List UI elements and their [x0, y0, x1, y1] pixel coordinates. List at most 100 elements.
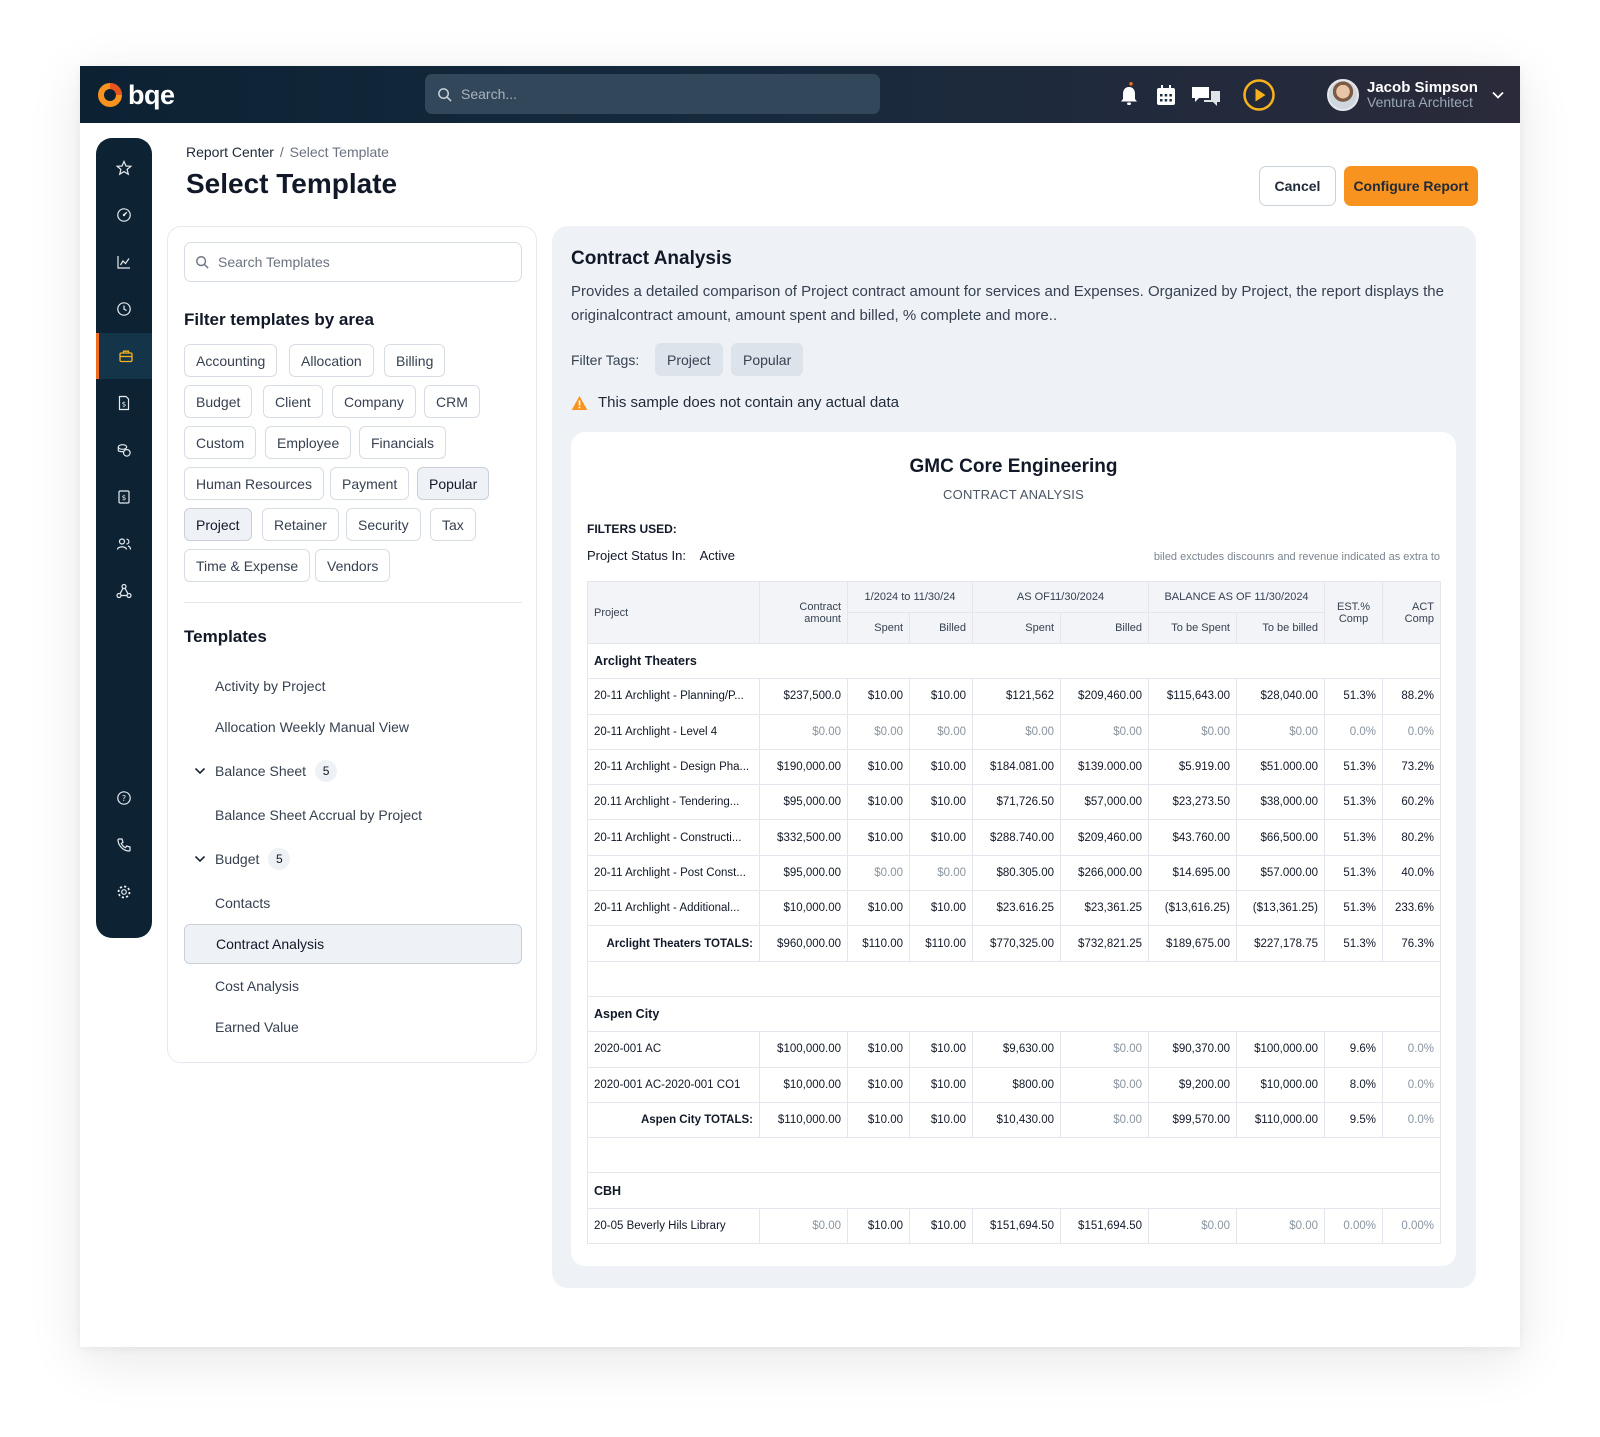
network-icon — [116, 583, 132, 599]
nav-time[interactable] — [96, 286, 152, 332]
value-cell: $57.000.00 — [1235, 854, 1326, 892]
project-name-cell: 20-05 Beverly Hils Library — [587, 1207, 760, 1245]
chip-human-resources[interactable]: Human Resources — [184, 467, 324, 500]
chat-icon[interactable] — [1190, 82, 1222, 108]
template-search-input[interactable]: Search Templates — [184, 242, 522, 282]
calendar-icon[interactable] — [1153, 82, 1179, 108]
nav-dashboard[interactable] — [96, 192, 152, 238]
chip-allocation[interactable]: Allocation — [289, 344, 374, 377]
table-row: 20-11 Archlight - Additional... $10,000.0… — [587, 890, 1442, 927]
nav-favorites[interactable] — [96, 145, 152, 191]
chip-tax[interactable]: Tax — [430, 508, 476, 541]
template-item[interactable]: Cost Analysis — [184, 966, 522, 1006]
template-group-balance-sheet[interactable]: Balance Sheet 5 — [184, 751, 522, 791]
chip-custom[interactable]: Custom — [184, 426, 257, 459]
chip-employee[interactable]: Employee — [265, 426, 352, 459]
filter-tags-label: Filter Tags: — [571, 352, 640, 368]
chip-client[interactable]: Client — [263, 385, 323, 418]
user-menu[interactable]: Jacob Simpson Ventura Architect — [1327, 78, 1506, 112]
chip-vendors[interactable]: Vendors — [315, 549, 391, 582]
value-cell: $10.00 — [847, 748, 910, 786]
user-organization: Ventura Architect — [1367, 94, 1473, 110]
bell-icon[interactable] — [1116, 82, 1142, 108]
total-value-cell: $99,570.00 — [1148, 1101, 1237, 1139]
value-cell: 51.3% — [1324, 748, 1384, 786]
side-nav-rail: $ $ ? — [96, 138, 152, 938]
configure-report-button[interactable]: Configure Report — [1344, 166, 1478, 206]
value-cell: 0.0% — [1382, 713, 1442, 750]
value-cell: $0.00 — [909, 854, 973, 892]
global-search[interactable]: Search... — [425, 74, 880, 114]
chevron-down-icon[interactable] — [193, 852, 207, 866]
project-name-cell: 20-11 Archlight - Planning/P... — [587, 678, 760, 715]
play-video-icon[interactable] — [1242, 78, 1276, 112]
chip-budget[interactable]: Budget — [184, 385, 253, 418]
value-cell: $10.00 — [847, 890, 910, 927]
template-item-label: Budget — [215, 851, 260, 867]
chip-company[interactable]: Company — [332, 385, 416, 418]
filter-tag-project: Project — [655, 343, 723, 376]
global-search-placeholder: Search... — [461, 86, 518, 102]
chip-accounting[interactable]: Accounting — [184, 344, 278, 377]
table-row: 20-11 Archlight - Planning/P... $237,500.… — [587, 678, 1442, 715]
nav-people[interactable] — [96, 521, 152, 567]
template-item-selected[interactable]: Contract Analysis — [184, 924, 522, 964]
chip-crm[interactable]: CRM — [424, 385, 480, 418]
project-name-cell: 20-11 Archlight - Constructi... — [587, 819, 760, 856]
value-cell: ($13,616.25) — [1148, 890, 1237, 927]
group-name: Arclight Theaters — [586, 642, 1442, 680]
chip-financials[interactable]: Financials — [359, 426, 447, 459]
total-value-cell: 51.3% — [1324, 925, 1384, 962]
nav-support[interactable] — [96, 822, 152, 868]
total-value-cell: $960,000.00 — [759, 925, 848, 962]
value-cell: $266,000.00 — [1060, 854, 1149, 892]
template-item[interactable]: Earned Value — [184, 1007, 522, 1047]
value-cell: $43.760.00 — [1148, 819, 1237, 856]
value-cell: $332,500.00 — [759, 819, 848, 856]
value-cell: 51.3% — [1324, 890, 1384, 927]
nav-payments[interactable] — [96, 427, 152, 473]
chevron-down-icon[interactable] — [1490, 87, 1506, 103]
template-item[interactable]: Activity by Project — [184, 666, 522, 706]
total-value-cell: 9.5% — [1324, 1101, 1384, 1139]
nav-invoices[interactable]: $ — [96, 380, 152, 426]
chip-retainer[interactable]: Retainer — [262, 508, 339, 541]
chip-payment[interactable]: Payment — [330, 467, 410, 500]
template-group-budget[interactable]: Budget 5 — [184, 839, 522, 879]
chip-time-expense[interactable]: Time & Expense — [184, 549, 311, 582]
chip-security[interactable]: Security — [346, 508, 421, 541]
value-cell: 0.0% — [1382, 1066, 1442, 1103]
total-value-cell: $110,000.00 — [759, 1101, 848, 1139]
search-icon — [196, 256, 209, 269]
value-cell: $51.000.00 — [1235, 748, 1326, 786]
template-search-placeholder: Search Templates — [218, 254, 330, 270]
col-asof-billed: Billed — [1060, 612, 1149, 644]
value-cell: 233.6% — [1382, 890, 1442, 927]
total-value-cell: 0.0% — [1382, 1101, 1442, 1139]
receipt-icon: $ — [118, 490, 130, 504]
nav-help[interactable]: ? — [96, 775, 152, 821]
value-cell: 0.0% — [1382, 1031, 1442, 1068]
value-cell: $10.00 — [909, 890, 973, 927]
value-cell: $71,726.50 — [972, 784, 1061, 821]
template-item[interactable]: Balance Sheet Accrual by Project — [184, 795, 522, 835]
chip-popular[interactable]: Popular — [417, 467, 490, 500]
nav-projects[interactable] — [96, 333, 152, 379]
value-cell: $288.740.00 — [972, 819, 1061, 856]
brand-logo[interactable]: bqe — [96, 79, 175, 111]
chip-project[interactable]: Project — [184, 508, 252, 541]
nav-analytics[interactable] — [96, 239, 152, 285]
template-item[interactable]: Allocation Weekly Manual View — [184, 707, 522, 747]
breadcrumb-report-center[interactable]: Report Center — [186, 144, 274, 160]
value-cell: $184.081.00 — [972, 748, 1061, 786]
template-item[interactable]: Contacts — [184, 883, 522, 923]
templates-title: Templates — [184, 627, 267, 646]
cancel-button[interactable]: Cancel — [1259, 166, 1336, 206]
nav-network[interactable] — [96, 568, 152, 614]
chip-billing[interactable]: Billing — [384, 344, 446, 377]
total-value-cell: $10.00 — [909, 1101, 973, 1139]
chevron-down-icon[interactable] — [193, 764, 207, 778]
phone-icon — [117, 838, 131, 852]
nav-settings[interactable] — [96, 869, 152, 915]
nav-expenses[interactable]: $ — [96, 474, 152, 520]
